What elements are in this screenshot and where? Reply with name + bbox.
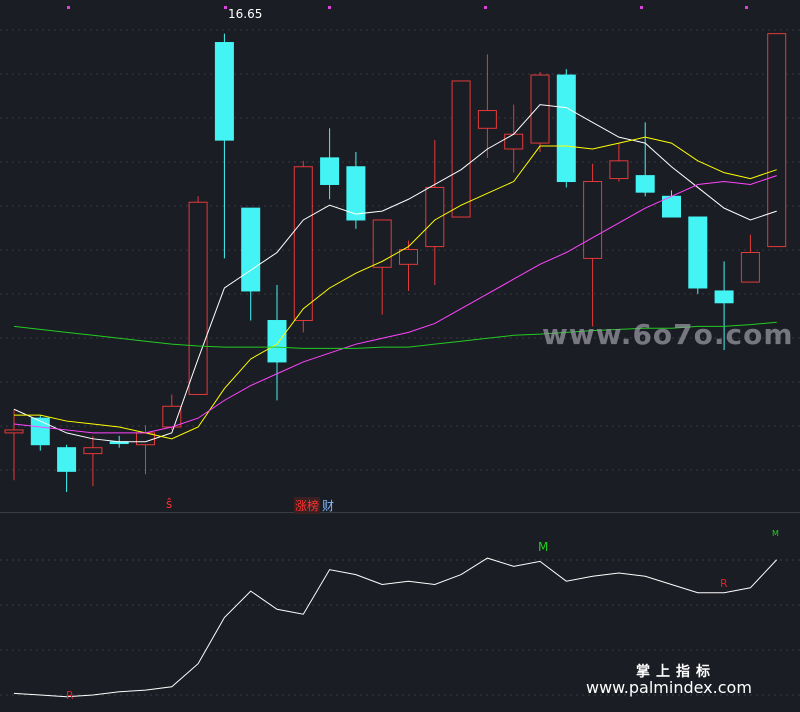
r-signal-marker-1: R [66, 689, 74, 702]
finance-tag: 财 [322, 499, 335, 513]
limit-up-tag: 涨榜 [294, 497, 321, 514]
r-signal-marker-2: R [720, 577, 728, 590]
m-signal-marker: M [538, 540, 549, 554]
watermark-palmindex: www.palmindex.com [586, 678, 752, 697]
indicator-chart[interactable] [0, 0, 800, 712]
chart-stage: 16.65 ŝ 涨榜 财 M M R R www.6o7o.com 掌上指标 w… [0, 0, 800, 712]
watermark-6o7o: www.6o7o.com [542, 318, 794, 351]
header-marker-dot [484, 6, 487, 9]
header-marker-dot [745, 6, 748, 9]
max-price-label: 16.65 [228, 7, 263, 21]
header-marker-dot [640, 6, 643, 9]
header-marker-dot [328, 6, 331, 9]
signal-s-marker: ŝ [166, 497, 173, 511]
header-marker-dot [67, 6, 70, 9]
header-marker-dot [224, 6, 227, 9]
m-signal-marker-small: M [772, 529, 779, 538]
